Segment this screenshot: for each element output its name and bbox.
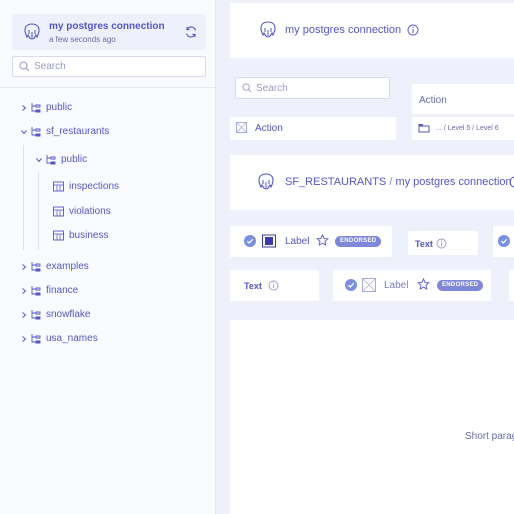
table-item-business[interactable]: business xyxy=(53,229,193,245)
sidebar-divider xyxy=(0,87,216,88)
content-panel: Short paragraph xyxy=(230,320,514,514)
panel-partial xyxy=(509,270,514,301)
text-item: Text xyxy=(408,231,478,255)
table-item-label: inspections xyxy=(69,181,120,192)
search-placeholder: Search xyxy=(34,61,66,72)
tree-item-finance[interactable]: finance xyxy=(20,284,200,300)
chevron-right-icon[interactable] xyxy=(20,104,28,112)
tree-guide-line xyxy=(38,172,39,250)
chevron-down-icon[interactable] xyxy=(35,156,43,164)
text-item: Text xyxy=(230,270,319,301)
table-item-label: business xyxy=(69,230,109,241)
breadcrumb[interactable]: ... / Level 5 / Level 6 xyxy=(412,117,514,140)
tree-item-label: finance xyxy=(46,285,79,296)
table-icon xyxy=(53,230,64,241)
connection-card[interactable]: my postgres connection a few seconds ago xyxy=(12,14,206,50)
chevron-right-icon[interactable] xyxy=(20,335,28,343)
connection-title: my postgres connection xyxy=(49,21,165,32)
info-icon[interactable] xyxy=(436,238,447,249)
breadcrumb-separator: / xyxy=(389,176,393,188)
tree-item-label: snowflake xyxy=(46,309,91,320)
info-icon[interactable] xyxy=(268,280,279,291)
endorsed-badge: ENDORSED xyxy=(437,280,484,291)
chevron-right-icon[interactable] xyxy=(20,287,28,295)
table-icon xyxy=(53,181,64,192)
table-icon xyxy=(53,206,64,217)
endorsed-badge: ENDORSED xyxy=(335,236,382,247)
database-name: SF_RESTAURANTS xyxy=(285,176,387,188)
schema-icon xyxy=(31,262,41,272)
search-placeholder: Search xyxy=(256,83,288,94)
database-header: SF_RESTAURANTS / my postgres connection xyxy=(230,155,514,210)
table-item-inspections[interactable]: inspections xyxy=(53,180,193,196)
chevron-right-icon[interactable] xyxy=(20,263,28,271)
tree-item-label: public xyxy=(46,102,73,113)
tree-item-label: examples xyxy=(46,261,89,272)
tree-item-sf-restaurants[interactable]: sf_restaurants xyxy=(20,125,200,141)
schema-icon xyxy=(31,127,41,137)
text-label: Text xyxy=(244,281,262,291)
tree-guide-line xyxy=(23,145,24,250)
table-card-icon xyxy=(262,234,276,248)
tree-item-label: public xyxy=(61,154,88,165)
item-label: Label xyxy=(285,236,310,247)
sidebar: my postgres connection a few seconds ago… xyxy=(0,0,216,514)
star-icon[interactable] xyxy=(417,278,430,291)
label-item[interactable]: Label ENDORSED xyxy=(230,226,392,257)
info-icon[interactable] xyxy=(407,24,419,36)
postgres-icon xyxy=(24,23,40,40)
search-input[interactable]: Search xyxy=(235,77,390,99)
verified-check-icon xyxy=(345,279,357,291)
connection-header: my postgres connection xyxy=(230,3,514,58)
action-label: Action xyxy=(419,95,447,106)
text-label: Text xyxy=(415,239,433,249)
chevron-down-icon[interactable] xyxy=(20,128,28,136)
tree-item-examples[interactable]: examples xyxy=(20,260,200,276)
postgres-icon xyxy=(258,173,274,190)
schema-icon xyxy=(46,155,56,165)
chevron-right-icon[interactable] xyxy=(20,311,28,319)
action-button-top[interactable]: Action xyxy=(412,84,514,114)
connection-subtitle: a few seconds ago xyxy=(49,35,116,44)
verified-check-icon xyxy=(498,235,510,247)
tree-item-usa-names[interactable]: usa_names xyxy=(20,332,200,348)
postgres-icon xyxy=(260,21,276,38)
label-item-partial[interactable] xyxy=(493,226,514,257)
image-placeholder-icon xyxy=(362,278,376,292)
schema-icon xyxy=(31,286,41,296)
refresh-icon[interactable] xyxy=(184,25,198,39)
search-icon xyxy=(242,83,252,93)
verified-check-icon xyxy=(244,235,256,247)
item-label: Label xyxy=(384,280,409,291)
tree-item-snowflake[interactable]: snowflake xyxy=(20,308,200,324)
header-title: my postgres connection xyxy=(285,24,402,36)
schema-icon xyxy=(31,310,41,320)
search-icon xyxy=(19,61,30,72)
tree-item-public[interactable]: public xyxy=(20,101,200,117)
star-icon[interactable] xyxy=(316,234,329,247)
info-icon[interactable] xyxy=(509,176,514,188)
tree-item-sf-restaurants-public[interactable]: public xyxy=(35,153,195,169)
short-paragraph: Short paragraph xyxy=(465,431,514,442)
connection-name: my postgres connection xyxy=(395,176,512,188)
action-button-with-icon[interactable]: Action xyxy=(230,117,396,140)
table-item-violations[interactable]: violations xyxy=(53,205,193,221)
schema-icon xyxy=(31,334,41,344)
breadcrumb-path: ... / Level 5 / Level 6 xyxy=(436,125,499,132)
folder-icon xyxy=(418,124,430,133)
action-label: Action xyxy=(255,123,283,134)
label-item[interactable]: Label ENDORSED xyxy=(333,270,491,301)
tree-item-label: usa_names xyxy=(46,333,98,344)
tree-item-label: sf_restaurants xyxy=(46,126,110,137)
schema-icon xyxy=(31,103,41,113)
sidebar-search-input[interactable]: Search xyxy=(12,56,206,77)
database-title: SF_RESTAURANTS / my postgres connection xyxy=(285,176,512,188)
table-item-label: violations xyxy=(69,206,111,217)
image-placeholder-icon xyxy=(236,122,247,133)
search-container: Search xyxy=(230,72,396,106)
